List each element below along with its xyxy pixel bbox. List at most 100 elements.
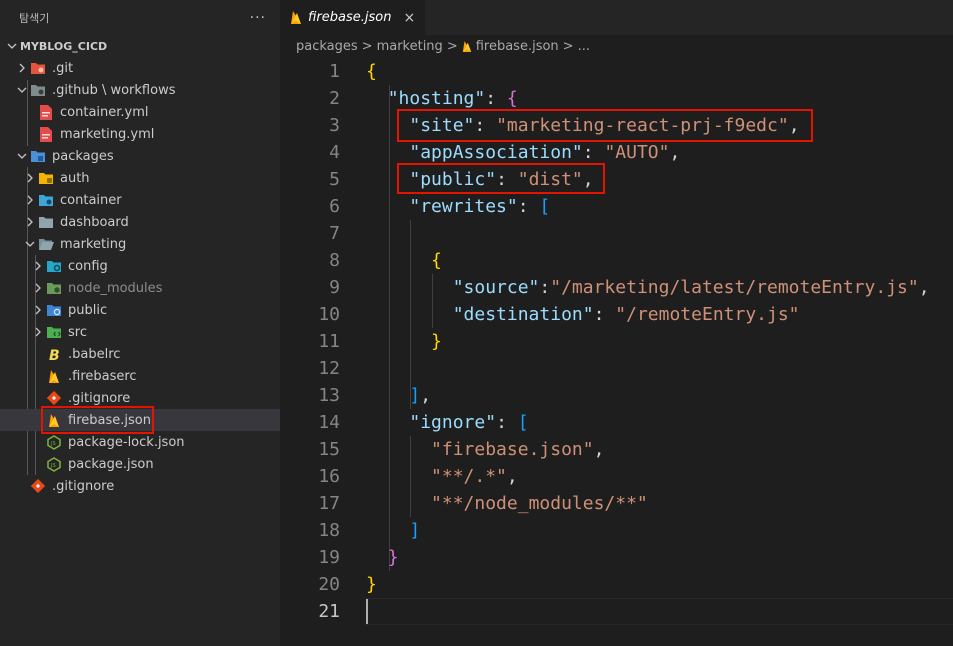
code-token: } — [387, 547, 399, 568]
tree-item-label: container.yml — [60, 104, 149, 120]
tab-firebase-json[interactable]: firebase.json × — [280, 0, 426, 35]
tree-item-package-json[interactable]: JS package.json — [0, 453, 280, 475]
code-token: "AUTO" — [604, 142, 670, 163]
code-token: { — [366, 61, 377, 82]
code-token: } — [431, 331, 442, 352]
tree-item-container-yml[interactable]: container.yml — [0, 101, 280, 123]
line-number: 8 — [329, 250, 340, 271]
code-token: "rewrites" — [409, 196, 518, 217]
code-line: 9 "source":"/marketing/latest/remoteEntr… — [280, 274, 953, 301]
chevron-right-icon — [22, 170, 38, 186]
line-number: 2 — [329, 88, 340, 109]
line-number: 6 — [329, 196, 340, 217]
tree-item-root-gitignore[interactable]: .gitignore — [0, 475, 280, 497]
chevron-right-icon — [30, 280, 46, 296]
code-token: { — [431, 250, 442, 271]
line-text: ], — [366, 382, 431, 409]
svg-text:JS: JS — [50, 463, 56, 469]
code-token: , — [582, 169, 594, 190]
explorer-root[interactable]: MYBLOG_CICD — [0, 35, 280, 57]
chevron-down-icon — [14, 148, 30, 164]
code-token: "marketing-react-prj-f9edc" — [496, 115, 789, 136]
tree-item-src[interactable]: src — [0, 321, 280, 343]
text-cursor — [366, 599, 368, 624]
line-number: 19 — [318, 547, 340, 568]
code-token: ] — [409, 520, 421, 541]
code-token: : — [582, 142, 605, 163]
line-text: "appAssociation": "AUTO", — [366, 139, 680, 166]
code-token: ] — [409, 385, 421, 406]
tree-item-label: .git — [52, 60, 74, 76]
tree-item-label: node_modules — [68, 280, 163, 296]
git-file-icon — [30, 478, 46, 494]
line-number: 18 — [318, 520, 340, 541]
tree-item-label: package-lock.json — [68, 434, 185, 450]
firebase-file-icon — [46, 412, 62, 428]
line-number: 1 — [329, 61, 340, 82]
tree-item-label: config — [68, 258, 108, 274]
github-folder-icon — [30, 82, 46, 98]
line-number: 10 — [318, 304, 340, 325]
code-token: "/remoteEntry.js" — [615, 304, 800, 325]
code-token: : — [474, 115, 497, 136]
code-line: 16 "**/.*", — [280, 463, 953, 490]
code-token: : — [517, 196, 540, 217]
tree-item-firebase-json[interactable]: firebase.json — [0, 409, 280, 431]
tree-item-config[interactable]: config — [0, 255, 280, 277]
tree-item-label: .babelrc — [68, 346, 121, 362]
breadcrumb-separator: > — [562, 38, 574, 54]
code-token: } — [366, 574, 377, 595]
tree-item-firebaserc[interactable]: .firebaserc — [0, 365, 280, 387]
breadcrumb: packages > marketing > firebase.json > .… — [280, 35, 953, 57]
line-text: "destination": "/remoteEntry.js" — [366, 301, 800, 328]
breadcrumb-separator: > — [361, 38, 373, 54]
tree-item-marketing-yml[interactable]: marketing.yml — [0, 123, 280, 145]
code-token: "destination" — [452, 304, 594, 325]
line-number: 20 — [318, 574, 340, 595]
explorer-sidebar: 탐색기 ··· MYBLOG_CICD .git .github \ workf… — [0, 0, 280, 646]
code-token: : — [496, 169, 518, 190]
breadcrumb-item[interactable]: firebase.json — [476, 39, 559, 54]
tree-item-git[interactable]: .git — [0, 57, 280, 79]
tree-item-marketing[interactable]: marketing — [0, 233, 280, 255]
nodejs-file-icon: JS — [46, 456, 62, 472]
line-number: 12 — [318, 358, 340, 379]
breadcrumb-item[interactable]: marketing — [377, 39, 443, 54]
code-line: 2 "hosting": { — [280, 85, 953, 112]
svg-text:JS: JS — [50, 441, 56, 447]
breadcrumb-item[interactable]: ... — [578, 39, 590, 54]
tree-item-auth[interactable]: auth — [0, 167, 280, 189]
tree-item-public[interactable]: public — [0, 299, 280, 321]
line-text: "ignore": [ — [366, 409, 528, 436]
auth-folder-icon — [38, 170, 54, 186]
line-number: 11 — [318, 331, 340, 352]
svg-text:B: B — [49, 348, 60, 362]
code-token: , — [669, 142, 681, 163]
breadcrumb-item[interactable]: packages — [296, 39, 358, 54]
tree-item-dashboard[interactable]: dashboard — [0, 211, 280, 233]
line-number: 15 — [318, 439, 340, 460]
tree-item-packages[interactable]: packages — [0, 145, 280, 167]
line-number: 9 — [329, 277, 340, 298]
tree-item-babelrc[interactable]: B .babelrc — [0, 343, 280, 365]
src-folder-icon — [46, 324, 62, 340]
tree-item-label: .firebaserc — [68, 368, 137, 384]
tree-item-label: src — [68, 324, 87, 340]
more-actions-icon[interactable]: ··· — [250, 10, 266, 26]
tree-item-node-modules[interactable]: node_modules — [0, 277, 280, 299]
close-icon[interactable]: × — [403, 10, 415, 26]
chevron-down-icon — [4, 38, 20, 54]
line-text: "public": "dist", — [366, 166, 594, 193]
tree-item-github-workflows[interactable]: .github \ workflows — [0, 79, 280, 101]
code-line: 7 — [280, 220, 953, 247]
tree-item-label: .github \ workflows — [52, 82, 176, 98]
line-text: } — [366, 544, 399, 571]
line-text: { — [366, 247, 442, 274]
chevron-right-icon — [22, 214, 38, 230]
folder-icon — [38, 214, 54, 230]
tree-item-package-lock-json[interactable]: JS package-lock.json — [0, 431, 280, 453]
tree-item-container[interactable]: container — [0, 189, 280, 211]
code-line: 21 — [280, 598, 953, 625]
tree-item-gitignore[interactable]: .gitignore — [0, 387, 280, 409]
tree-item-label: auth — [60, 170, 90, 186]
